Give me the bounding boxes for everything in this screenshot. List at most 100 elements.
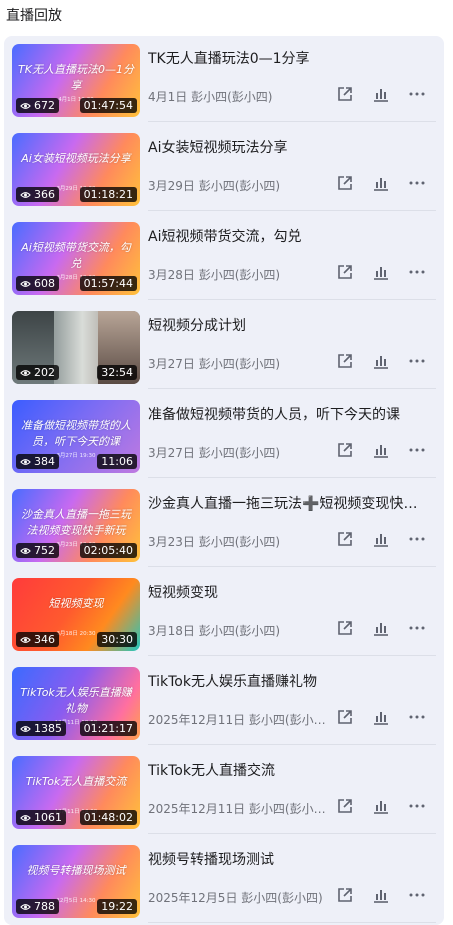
more-button[interactable] <box>404 793 430 819</box>
video-title[interactable]: TikTok无人直播交流 <box>148 760 424 780</box>
stats-button[interactable] <box>368 259 394 285</box>
share-button[interactable] <box>332 704 358 730</box>
video-meta: 3月18日 彭小四(彭小四) <box>148 624 281 638</box>
stats-button[interactable] <box>368 526 394 552</box>
view-count: 608 <box>34 277 55 290</box>
stats-button[interactable] <box>368 882 394 908</box>
video-thumbnail[interactable]: 短视频变现 3月18日 20:30 346 30:30 <box>12 578 140 651</box>
video-thumbnail[interactable]: 202 32:54 <box>12 311 140 384</box>
video-title[interactable]: 短视频分成计划 <box>148 315 424 335</box>
share-button[interactable] <box>332 259 358 285</box>
more-button[interactable] <box>404 81 430 107</box>
divider <box>148 833 436 834</box>
video-thumbnail[interactable]: Ai女装短视频玩法分享 3月29日 19:30 366 01:18:21 <box>12 133 140 206</box>
divider <box>148 744 436 745</box>
more-button[interactable] <box>404 259 430 285</box>
eye-icon <box>20 369 31 376</box>
list-item[interactable]: 沙金真人直播一拖三玩法视频变现快手新玩 3月23日 19:30 752 02:0… <box>4 481 444 567</box>
stats-button[interactable] <box>368 615 394 641</box>
more-icon <box>409 715 425 719</box>
divider <box>148 299 436 300</box>
more-button[interactable] <box>404 704 430 730</box>
stats-button[interactable] <box>368 704 394 730</box>
video-thumbnail[interactable]: Ai短视频带货交流，勾兑 3月28日 19:30 608 01:57:44 <box>12 222 140 295</box>
video-meta: 4月1日 彭小四(彭小四) <box>148 90 273 104</box>
video-thumbnail[interactable]: TikTok无人娱乐直播赚礼物 12月11日 19:58 1385 01:21:… <box>12 667 140 740</box>
more-button[interactable] <box>404 170 430 196</box>
view-count: 202 <box>34 366 55 379</box>
view-count-badge: 202 <box>16 365 59 380</box>
list-item[interactable]: TikTok无人直播交流 12月11日 14:00 1061 01:48:02 … <box>4 748 444 834</box>
more-button[interactable] <box>404 526 430 552</box>
video-title[interactable]: 准备做短视频带货的人员，听下今天的课 <box>148 404 424 424</box>
video-thumbnail[interactable]: 视频号转播现场测试 12月5日 14:30 788 19:22 <box>12 845 140 918</box>
stats-button[interactable] <box>368 81 394 107</box>
video-thumbnail[interactable]: TK无人直播玩法0—1分享 4月1日 19:30 672 01:47:54 <box>12 44 140 117</box>
stats-button[interactable] <box>368 437 394 463</box>
video-title[interactable]: 沙金真人直播一拖三玩法➕短视频变现快手新玩法 <box>148 493 424 513</box>
more-button[interactable] <box>404 882 430 908</box>
list-item[interactable]: Ai短视频带货交流，勾兑 3月28日 19:30 608 01:57:44 Ai… <box>4 214 444 300</box>
share-button[interactable] <box>332 437 358 463</box>
item-actions <box>332 437 430 463</box>
thumbnail-title: Ai短视频带货交流，勾兑 <box>21 241 131 270</box>
video-title[interactable]: Ai短视频带货交流，勾兑 <box>148 226 424 246</box>
bar-chart-icon <box>374 623 388 636</box>
share-icon <box>338 443 352 457</box>
thumbnail-title: TikTok无人直播交流 <box>25 775 127 788</box>
list-item[interactable]: 短视频变现 3月18日 20:30 346 30:30 短视频变现 3月18日 … <box>4 570 444 656</box>
item-actions <box>332 793 430 819</box>
stats-button[interactable] <box>368 170 394 196</box>
view-count: 752 <box>34 544 55 557</box>
duration-badge: 01:21:17 <box>79 721 137 736</box>
page-title: 直播回放 <box>6 8 62 24</box>
eye-icon <box>20 814 31 821</box>
share-button[interactable] <box>332 526 358 552</box>
bar-chart-icon <box>374 712 388 725</box>
stats-button[interactable] <box>368 793 394 819</box>
eye-icon <box>20 458 31 465</box>
duration-badge: 30:30 <box>97 632 137 647</box>
video-title[interactable]: Ai女装短视频玩法分享 <box>148 137 424 157</box>
share-button[interactable] <box>332 348 358 374</box>
item-actions <box>332 526 430 552</box>
view-count: 788 <box>34 900 55 913</box>
more-icon <box>409 893 425 897</box>
more-icon <box>409 92 425 96</box>
more-button[interactable] <box>404 348 430 374</box>
list-item[interactable]: 准备做短视频带货的人员，听下今天的课 3月27日 19:30 384 11:06… <box>4 392 444 478</box>
video-thumbnail[interactable]: 沙金真人直播一拖三玩法视频变现快手新玩 3月23日 19:30 752 02:0… <box>12 489 140 562</box>
video-thumbnail[interactable]: TikTok无人直播交流 12月11日 14:00 1061 01:48:02 <box>12 756 140 829</box>
item-actions <box>332 348 430 374</box>
more-button[interactable] <box>404 437 430 463</box>
bar-chart-icon <box>374 801 388 814</box>
view-count: 1385 <box>34 722 62 735</box>
view-count-badge: 752 <box>16 543 59 558</box>
share-icon <box>338 532 352 546</box>
share-button[interactable] <box>332 615 358 641</box>
eye-icon <box>20 903 31 910</box>
share-icon <box>338 888 352 902</box>
eye-icon <box>20 725 31 732</box>
view-count: 366 <box>34 188 55 201</box>
more-icon <box>409 804 425 808</box>
list-item[interactable]: 202 32:54 短视频分成计划 3月27日 彭小四(彭小四) <box>4 303 444 389</box>
share-button[interactable] <box>332 170 358 196</box>
video-thumbnail[interactable]: 准备做短视频带货的人员，听下今天的课 3月27日 19:30 384 11:06 <box>12 400 140 473</box>
thumbnail-title: TK无人直播玩法0—1分享 <box>18 63 134 92</box>
share-button[interactable] <box>332 882 358 908</box>
list-item[interactable]: 视频号转播现场测试 12月5日 14:30 788 19:22 视频号转播现场测… <box>4 837 444 923</box>
more-button[interactable] <box>404 615 430 641</box>
video-title[interactable]: 短视频变现 <box>148 582 424 602</box>
stats-button[interactable] <box>368 348 394 374</box>
share-button[interactable] <box>332 81 358 107</box>
list-item[interactable]: Ai女装短视频玩法分享 3月29日 19:30 366 01:18:21 Ai女… <box>4 125 444 211</box>
share-button[interactable] <box>332 793 358 819</box>
video-meta: 2025年12月11日 彭小四(彭小四) <box>148 713 326 727</box>
list-item[interactable]: TK无人直播玩法0—1分享 4月1日 19:30 672 01:47:54 TK… <box>4 36 444 122</box>
video-title[interactable]: TK无人直播玩法0—1分享 <box>148 48 424 68</box>
video-title[interactable]: TikTok无人娱乐直播赚礼物 <box>148 671 424 691</box>
video-title[interactable]: 视频号转播现场测试 <box>148 849 424 869</box>
item-actions <box>332 882 430 908</box>
list-item[interactable]: TikTok无人娱乐直播赚礼物 12月11日 19:58 1385 01:21:… <box>4 659 444 745</box>
